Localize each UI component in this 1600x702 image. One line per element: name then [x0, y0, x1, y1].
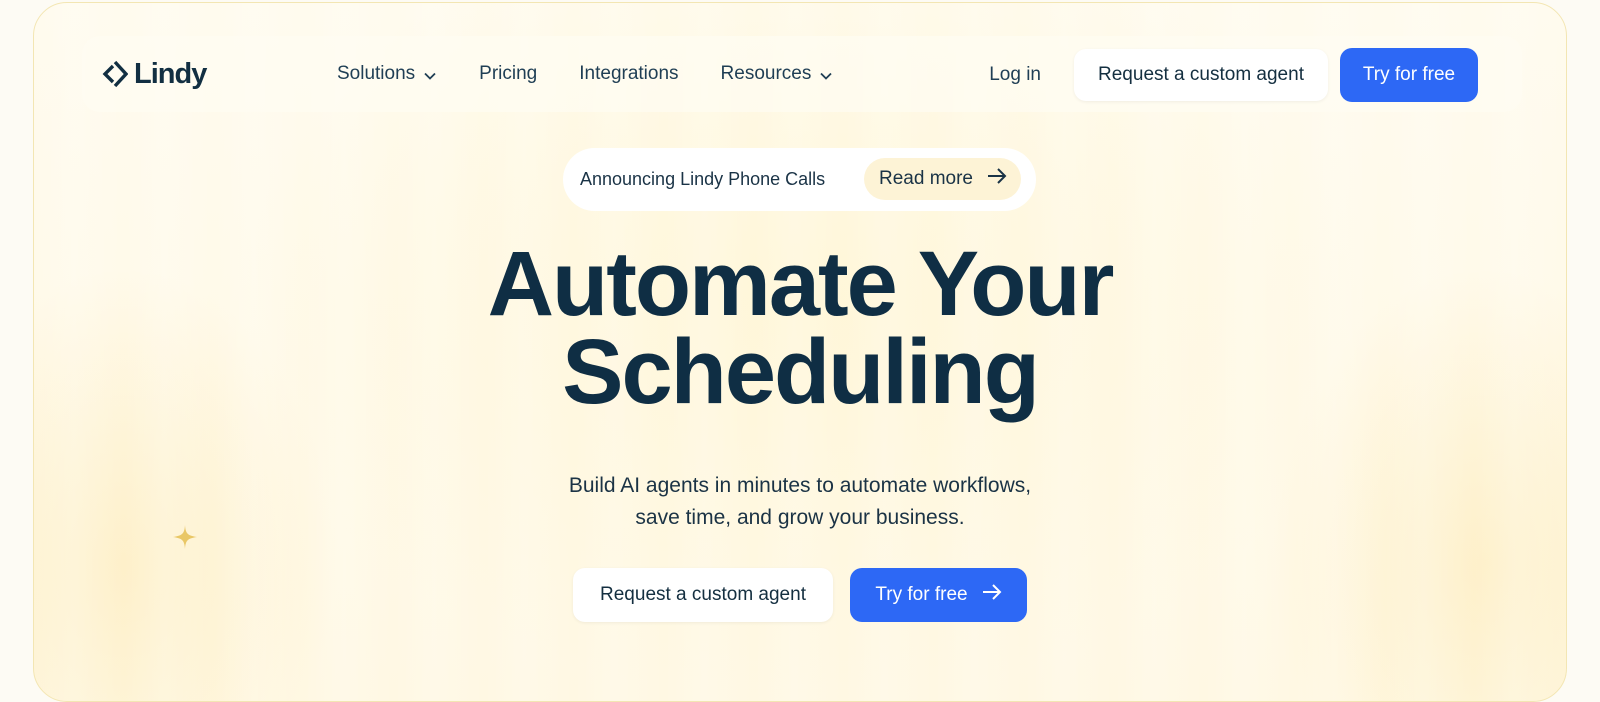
nav-item-integrations[interactable]: Integrations — [579, 60, 678, 88]
try-for-free-button[interactable]: Try for free — [1340, 48, 1478, 102]
announcement-pill[interactable]: Announcing Lindy Phone Calls Read more — [563, 148, 1036, 211]
hero-try-for-free-button[interactable]: Try for free — [850, 568, 1027, 622]
nav-item-pricing[interactable]: Pricing — [479, 60, 537, 88]
hero-request-custom-agent-button[interactable]: Request a custom agent — [573, 568, 833, 622]
hero-subtitle-line2: save time, and grow your business. — [635, 506, 965, 529]
arrow-right-icon — [982, 583, 1002, 607]
top-navbar: Lindy Solutions Pricing Integrations Res… — [82, 36, 1522, 112]
lindy-logo-icon — [102, 59, 128, 89]
hero-subtitle-line1: Build AI agents in minutes to automate w… — [568, 474, 1032, 497]
nav-item-resources[interactable]: Resources — [721, 60, 834, 88]
nav-item-label: Resources — [720, 63, 812, 84]
hero-cta-group: Request a custom agent Try for free — [573, 568, 1027, 622]
login-link[interactable]: Log in — [989, 64, 1041, 86]
hero-try-for-free-label: Try for free — [875, 584, 968, 605]
announcement-text: Announcing Lindy Phone Calls — [580, 169, 826, 189]
request-custom-agent-button[interactable]: Request a custom agent — [1074, 49, 1328, 101]
hero-title-line2: Scheduling — [562, 321, 1040, 423]
read-more-link[interactable]: Read more — [864, 158, 1021, 200]
nav-item-solutions[interactable]: Solutions — [337, 60, 437, 88]
sparkle-icon — [172, 524, 198, 550]
chevron-down-icon — [423, 67, 437, 81]
nav-item-label: Integrations — [579, 63, 679, 84]
nav-actions: Log in Request a custom agent Try for fr… — [989, 48, 1478, 102]
nav-links: Solutions Pricing Integrations Resources — [337, 60, 875, 88]
hero-title: Automate Your Scheduling — [0, 238, 1600, 418]
logo-text: Lindy — [134, 57, 207, 90]
nav-item-label: Solutions — [337, 63, 416, 84]
read-more-label: Read more — [879, 168, 973, 189]
hero-title-line1: Automate Your — [487, 233, 1115, 335]
arrow-right-icon — [987, 167, 1007, 191]
chevron-down-icon — [819, 67, 833, 81]
nav-item-label: Pricing — [479, 63, 538, 84]
hero-subtitle: Build AI agents in minutes to automate w… — [0, 470, 1600, 534]
logo[interactable]: Lindy — [102, 56, 207, 92]
